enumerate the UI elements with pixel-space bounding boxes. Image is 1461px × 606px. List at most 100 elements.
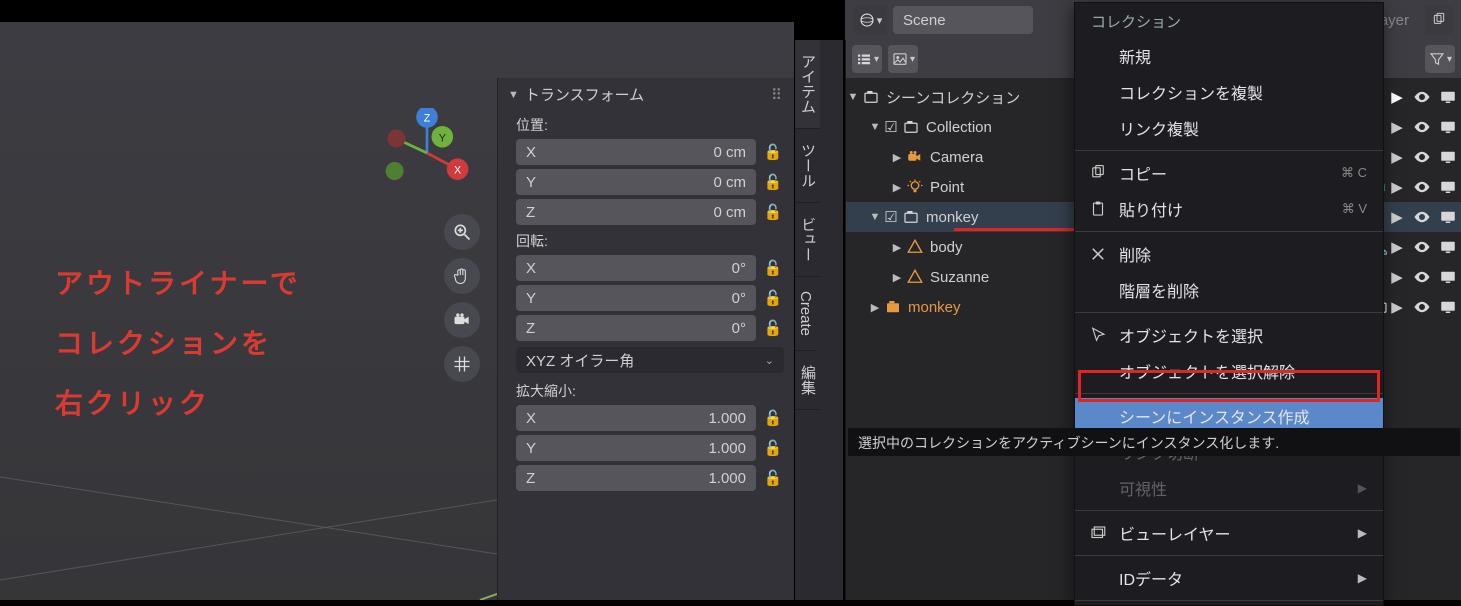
pan-button[interactable] xyxy=(444,258,480,294)
lock-icon[interactable]: 🔓 xyxy=(762,409,784,427)
scale-z-field[interactable]: Z1.000 xyxy=(516,465,756,491)
collection-icon xyxy=(900,208,922,226)
status-text: 選択中のコレクションをアクティブシーンにインスタンス化します. xyxy=(858,435,1279,451)
viewport-toggle[interactable] xyxy=(1439,268,1457,286)
menu-item-label: コレクションを複製 xyxy=(1119,80,1263,104)
scene-browse-button[interactable]: ▾ xyxy=(853,6,887,34)
hide-toggle[interactable] xyxy=(1413,238,1431,256)
menu-item[interactable]: ビューレイヤー ▶ xyxy=(1075,515,1383,551)
menu-item[interactable]: オブジェクトを選択解除 xyxy=(1075,353,1383,389)
lock-icon[interactable]: 🔓 xyxy=(762,469,784,487)
svg-text:Y: Y xyxy=(439,132,446,144)
outliner-view-mode[interactable]: ▾ xyxy=(888,45,918,73)
viewport-toggle[interactable] xyxy=(1439,178,1457,196)
menu-title: コレクション xyxy=(1075,3,1383,38)
disclose-restrict-icon[interactable]: ▶ xyxy=(1389,178,1405,196)
disclose-restrict-icon[interactable]: ▶ xyxy=(1389,238,1405,256)
lock-icon[interactable]: 🔓 xyxy=(762,203,784,221)
hide-toggle[interactable] xyxy=(1413,208,1431,226)
lock-icon[interactable]: 🔓 xyxy=(762,289,784,307)
menu-item[interactable]: リンク複製 xyxy=(1075,110,1383,146)
lock-icon[interactable]: 🔓 xyxy=(762,319,784,337)
viewport-toggle[interactable] xyxy=(1439,88,1457,106)
menu-item[interactable]: 階層を削除 xyxy=(1075,272,1383,308)
hide-toggle[interactable] xyxy=(1413,268,1431,286)
menu-item-label: 可視性 xyxy=(1119,476,1167,500)
menu-item[interactable]: オブジェクトを選択 xyxy=(1075,317,1383,353)
transform-panel-header[interactable]: ▼ トランスフォーム ⠿ xyxy=(498,78,794,111)
disclose-restrict-icon[interactable]: ▶ xyxy=(1389,208,1405,226)
scale-header: 拡大縮小: xyxy=(498,377,794,403)
disclose-restrict-icon[interactable]: ▶ xyxy=(1389,118,1405,136)
location-header: 位置: xyxy=(498,111,794,137)
disclose-restrict-icon[interactable]: ▶ xyxy=(1389,148,1405,166)
outliner-filter[interactable]: ▾ xyxy=(1425,45,1455,73)
disclose-restrict-icon[interactable]: ▶ xyxy=(1389,268,1405,286)
tab-edit[interactable]: 編集 xyxy=(795,351,820,410)
menu-item-label: 貼り付け xyxy=(1119,197,1183,221)
viewport-toggle[interactable] xyxy=(1439,148,1457,166)
tab-view[interactable]: ビュー xyxy=(795,203,820,277)
location-x-field[interactable]: X0 cm xyxy=(516,139,756,165)
menu-item[interactable]: コレクションを複製 xyxy=(1075,74,1383,110)
menu-item-label: ビューレイヤー xyxy=(1119,521,1231,545)
menu-item[interactable]: 可視性 ▶ xyxy=(1075,470,1383,506)
hide-toggle[interactable] xyxy=(1413,178,1431,196)
menu-item[interactable]: 貼り付け ⌘ V xyxy=(1075,191,1383,227)
camera-view-button[interactable] xyxy=(444,302,480,338)
location-y-field[interactable]: Y0 cm xyxy=(516,169,756,195)
disclose-restrict-icon[interactable]: ▶ xyxy=(1389,88,1405,106)
disclose-restrict-icon[interactable]: ▶ xyxy=(1389,298,1405,316)
scene-name-value: Scene xyxy=(903,12,946,29)
lock-icon[interactable]: 🔓 xyxy=(762,173,784,191)
viewport-toggle[interactable] xyxy=(1439,208,1457,226)
tab-item[interactable]: アイテム xyxy=(795,40,820,129)
rotation-y-field[interactable]: Y0° xyxy=(516,285,756,311)
menu-item[interactable]: 削除 xyxy=(1075,236,1383,272)
scale-y-field[interactable]: Y1.000 xyxy=(516,435,756,461)
lock-icon[interactable]: 🔓 xyxy=(762,259,784,277)
sphere-icon xyxy=(858,11,876,29)
menu-item[interactable]: IDデータ ▶ xyxy=(1075,560,1383,596)
zoom-button[interactable] xyxy=(444,214,480,250)
viewport-toggle[interactable] xyxy=(1439,298,1457,316)
scene-name-field[interactable]: Scene xyxy=(893,6,1033,34)
rotation-z-field[interactable]: Z0° xyxy=(516,315,756,341)
drag-handle-icon[interactable]: ⠿ xyxy=(771,86,784,104)
tab-create[interactable]: Create xyxy=(795,277,816,351)
exclude-checkbox[interactable]: ☑ xyxy=(882,118,900,136)
scale-x-field[interactable]: X1.000 xyxy=(516,405,756,431)
image-icon xyxy=(891,50,909,68)
outliner-display-mode[interactable]: ▾ xyxy=(852,45,882,73)
hide-toggle[interactable] xyxy=(1413,118,1431,136)
lock-icon[interactable]: 🔓 xyxy=(762,439,784,457)
status-tooltip: 選択中のコレクションをアクティブシーンにインスタンス化します. xyxy=(848,428,1460,456)
transform-panel-title: トランスフォーム xyxy=(525,84,644,105)
rotation-mode-select[interactable]: XYZ オイラー角⌄ xyxy=(516,347,784,373)
hide-toggle[interactable] xyxy=(1413,298,1431,316)
exclude-checkbox[interactable]: ☑ xyxy=(882,208,900,226)
menu-item-label: シーンにインスタンス作成 xyxy=(1119,404,1310,428)
disclosure-icon: ▼ xyxy=(508,89,519,101)
nav-gizmo[interactable]: Z X Y xyxy=(382,108,472,198)
list-icon xyxy=(855,50,873,68)
viewport-toggle[interactable] xyxy=(1439,118,1457,136)
tab-tool[interactable]: ツール xyxy=(795,129,820,203)
ortho-toggle-button[interactable] xyxy=(444,346,480,382)
hide-toggle[interactable] xyxy=(1413,88,1431,106)
camera-icon xyxy=(452,310,472,330)
collection-context-menu: コレクション 新規 コレクションを複製 リンク複製 コピー ⌘ C 貼り付け ⌘… xyxy=(1074,2,1384,606)
submenu-icon: ▶ xyxy=(1358,481,1367,495)
lock-icon[interactable]: 🔓 xyxy=(762,143,784,161)
new-view-layer-button[interactable] xyxy=(1425,6,1453,34)
collection-icon xyxy=(900,118,922,136)
menu-item[interactable]: コピー ⌘ C xyxy=(1075,155,1383,191)
viewport-toggle[interactable] xyxy=(1439,238,1457,256)
location-z-field[interactable]: Z0 cm xyxy=(516,199,756,225)
menu-item[interactable]: 新規 xyxy=(1075,38,1383,74)
mesh-icon xyxy=(904,238,926,256)
annotation-line-1: アウトライナーで xyxy=(55,254,301,314)
rotation-x-field[interactable]: X0° xyxy=(516,255,756,281)
submenu-icon: ▶ xyxy=(1358,571,1367,585)
hide-toggle[interactable] xyxy=(1413,148,1431,166)
